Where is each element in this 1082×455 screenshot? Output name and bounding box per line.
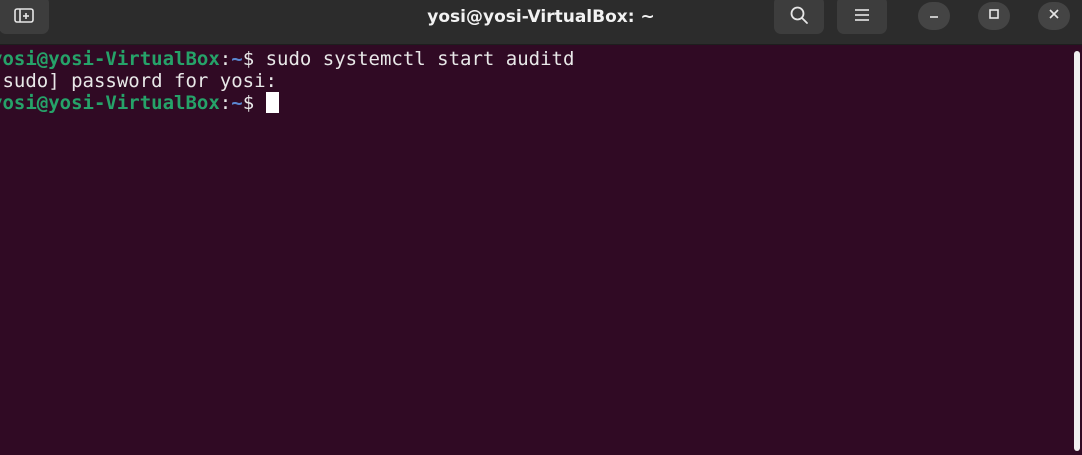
prompt-separator: :	[219, 92, 232, 114]
prompt-symbol: $	[242, 92, 266, 114]
close-button[interactable]	[1038, 2, 1070, 30]
prompt-path: ~	[231, 92, 243, 114]
new-tab-button[interactable]	[0, 0, 49, 34]
search-button[interactable]	[774, 0, 824, 34]
terminal-line: yosi@yosi-VirtualBox:~$	[0, 92, 279, 114]
scrollbar-thumb[interactable]	[1074, 51, 1080, 451]
scrollbar[interactable]	[1072, 45, 1082, 455]
new-tab-icon	[13, 6, 35, 24]
prompt-user-host: yosi@yosi-VirtualBox	[0, 48, 220, 70]
search-icon	[788, 4, 810, 26]
header-bar: yosi@yosi-VirtualBox: ~	[0, 0, 1082, 45]
maximize-button[interactable]	[978, 2, 1010, 30]
command-text: sudo systemctl start auditd	[265, 48, 575, 70]
prompt-path: ~	[231, 48, 243, 70]
prompt-symbol: $	[242, 48, 266, 70]
prompt-user-host: yosi@yosi-VirtualBox	[0, 92, 220, 114]
output-text: [sudo] password for yosi:	[0, 70, 277, 92]
terminal-line: [sudo] password for yosi:	[0, 70, 277, 92]
terminal-line: yosi@yosi-VirtualBox:~$ sudo systemctl s…	[0, 48, 574, 70]
minimize-icon	[927, 7, 941, 26]
prompt-separator: :	[219, 48, 232, 70]
terminal-window: yosi@yosi-VirtualBox: ~ yosi@yosi-Virtua…	[0, 0, 1082, 455]
hamburger-menu-icon	[852, 7, 872, 23]
menu-button[interactable]	[837, 0, 887, 34]
minimize-button[interactable]	[918, 2, 950, 30]
terminal-output-area[interactable]: yosi@yosi-VirtualBox:~$ sudo systemctl s…	[0, 45, 1072, 455]
text-cursor	[265, 92, 279, 113]
maximize-icon	[987, 7, 1001, 26]
close-icon	[1047, 7, 1061, 26]
